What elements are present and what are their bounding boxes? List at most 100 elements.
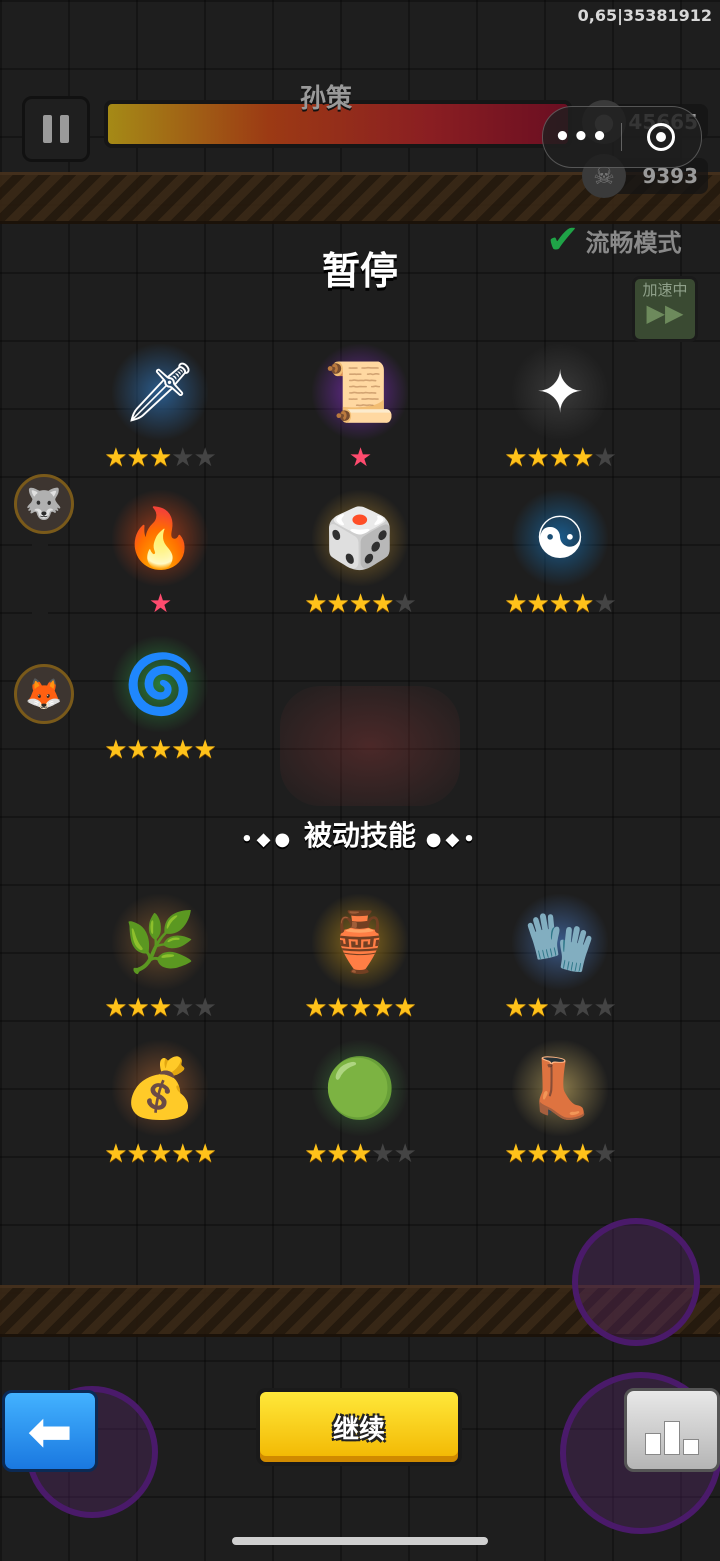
star-rating: ★★★★★ bbox=[80, 444, 240, 472]
star-filled-icon: ★ bbox=[104, 443, 127, 473]
boss-name: 孙策 bbox=[300, 84, 353, 114]
star-filled-icon: ★ bbox=[504, 589, 527, 619]
active-skill-slot[interactable]: 🔥 ★ bbox=[80, 490, 240, 630]
star-filled-icon: ★ bbox=[504, 1139, 527, 1169]
star-filled-icon: ★ bbox=[193, 735, 216, 765]
star-filled-icon: ★ bbox=[393, 993, 416, 1023]
passive-skill-slot[interactable]: 🏺 ★★★★★ bbox=[280, 894, 440, 1034]
more-menu-button[interactable]: ••• bbox=[543, 122, 621, 152]
star-filled-icon: ★ bbox=[148, 1139, 172, 1169]
yin-yang-shield-icon: ☯ bbox=[512, 490, 608, 586]
target-icon bbox=[647, 123, 675, 151]
home-indicator bbox=[232, 1537, 488, 1545]
star-rating: ★ bbox=[80, 590, 240, 618]
star-filled-icon: ★ bbox=[326, 1139, 350, 1169]
star-filled-icon: ★ bbox=[548, 1139, 572, 1169]
star-filled-icon: ★ bbox=[126, 1139, 150, 1169]
star-rating: ★★★★★ bbox=[80, 1140, 240, 1168]
star-empty-icon: ★ bbox=[593, 589, 616, 619]
star-filled-icon: ★ bbox=[526, 993, 550, 1023]
back-button[interactable]: ⬅ bbox=[2, 1390, 98, 1472]
star-empty-icon: ★ bbox=[393, 589, 416, 619]
star-empty-icon: ★ bbox=[593, 443, 616, 473]
pause-title: 暂停 bbox=[321, 249, 398, 293]
star-filled-icon: ★ bbox=[371, 589, 394, 619]
passive-skill-slot[interactable]: 💰 ★★★★★ bbox=[80, 1040, 240, 1180]
pause-icon bbox=[43, 115, 52, 143]
side-progress-track bbox=[32, 530, 48, 670]
star-empty-icon: ★ bbox=[171, 443, 194, 473]
side-portrait-top: 🐺 bbox=[14, 474, 74, 534]
star-filled-icon: ★ bbox=[148, 993, 172, 1023]
passive-skill-slot[interactable]: 🌿 ★★★★★ bbox=[80, 894, 240, 1034]
star-rating: ★★★★★ bbox=[480, 994, 640, 1022]
star-rating: ★★★★★ bbox=[480, 590, 640, 618]
star-filled-icon: ★ bbox=[171, 735, 194, 765]
star-filled-icon: ★ bbox=[504, 993, 527, 1023]
podium-icon bbox=[645, 1433, 661, 1455]
star-filled-icon: ★ bbox=[326, 589, 350, 619]
star-rating: ★★★★★ bbox=[280, 1140, 440, 1168]
green-whirlwind-icon: 🌀 bbox=[112, 636, 208, 732]
active-skill-slot[interactable]: ✦ ★★★★★ bbox=[480, 344, 640, 484]
star-rating: ★★★★★ bbox=[480, 444, 640, 472]
star-filled-icon: ★ bbox=[504, 443, 527, 473]
red-star-icon: ★ bbox=[348, 443, 372, 473]
star-empty-icon: ★ bbox=[593, 1139, 616, 1169]
passive-skill-slot[interactable]: 🧤 ★★★★★ bbox=[480, 894, 640, 1034]
active-skill-slot[interactable]: 🗡 ★★★★★ bbox=[80, 344, 240, 484]
star-filled-icon: ★ bbox=[571, 443, 594, 473]
star-filled-icon: ★ bbox=[348, 993, 372, 1023]
fire-blades-icon: 🔥 bbox=[112, 490, 208, 586]
star-empty-icon: ★ bbox=[548, 993, 572, 1023]
debug-readout: 0,65|35381912 bbox=[577, 6, 712, 25]
coin-pouch-icon: 💰 bbox=[112, 1040, 208, 1136]
star-empty-icon: ★ bbox=[393, 1139, 416, 1169]
mini-program-capsule: ••• bbox=[542, 106, 702, 168]
skill-orb-top-right bbox=[572, 1218, 700, 1346]
star-filled-icon: ★ bbox=[104, 1139, 127, 1169]
star-filled-icon: ★ bbox=[526, 589, 550, 619]
star-filled-icon: ★ bbox=[526, 1139, 550, 1169]
boot-icon: 👢 bbox=[512, 1040, 608, 1136]
star-empty-icon: ★ bbox=[571, 993, 594, 1023]
shuriken-icon: ✦ bbox=[512, 344, 608, 440]
star-rating: ★★★★★ bbox=[80, 994, 240, 1022]
leaderboard-button[interactable] bbox=[624, 1388, 720, 1472]
star-filled-icon: ★ bbox=[104, 735, 127, 765]
active-skill-slot[interactable]: ☯ ★★★★★ bbox=[480, 490, 640, 630]
active-skill-slot[interactable]: 🌀 ★★★★★ bbox=[80, 636, 240, 776]
star-filled-icon: ★ bbox=[104, 993, 127, 1023]
dice-icon: 🎲 bbox=[312, 490, 408, 586]
star-filled-icon: ★ bbox=[304, 1139, 327, 1169]
active-skill-slot[interactable]: 📜 ★ bbox=[280, 344, 440, 484]
star-rating: ★★★★★ bbox=[280, 994, 440, 1022]
ginseng-root-icon: 🌿 bbox=[112, 894, 208, 990]
passive-skill-slot[interactable]: 🟢 ★★★★★ bbox=[280, 1040, 440, 1180]
star-rating: ★ bbox=[280, 444, 440, 472]
star-filled-icon: ★ bbox=[304, 993, 327, 1023]
star-empty-icon: ★ bbox=[193, 993, 216, 1023]
continue-button[interactable]: 继续 bbox=[256, 1388, 462, 1466]
passive-skill-slot[interactable]: 👢 ★★★★★ bbox=[480, 1040, 640, 1180]
star-filled-icon: ★ bbox=[571, 589, 594, 619]
star-filled-icon: ★ bbox=[148, 735, 172, 765]
star-rating: ★★★★★ bbox=[480, 1140, 640, 1168]
fast-forward-icon: ▶▶ bbox=[646, 299, 684, 327]
star-empty-icon: ★ bbox=[371, 1139, 394, 1169]
active-skill-slot[interactable]: 🎲 ★★★★★ bbox=[280, 490, 440, 630]
close-mini-program-button[interactable] bbox=[622, 123, 700, 151]
star-filled-icon: ★ bbox=[126, 735, 150, 765]
star-empty-icon: ★ bbox=[593, 993, 616, 1023]
star-filled-icon: ★ bbox=[548, 443, 572, 473]
star-filled-icon: ★ bbox=[148, 443, 172, 473]
passive-skills-heading: •◆● 被动技能 ●◆• bbox=[241, 819, 479, 852]
star-empty-icon: ★ bbox=[171, 993, 194, 1023]
star-filled-icon: ★ bbox=[371, 993, 394, 1023]
jade-pendant-icon: 🟢 bbox=[312, 1040, 408, 1136]
star-filled-icon: ★ bbox=[571, 1139, 594, 1169]
pause-button[interactable] bbox=[22, 96, 90, 162]
back-arrow-icon: ⬅ bbox=[27, 1399, 73, 1463]
star-filled-icon: ★ bbox=[126, 443, 150, 473]
golden-cauldron-icon: 🏺 bbox=[312, 894, 408, 990]
